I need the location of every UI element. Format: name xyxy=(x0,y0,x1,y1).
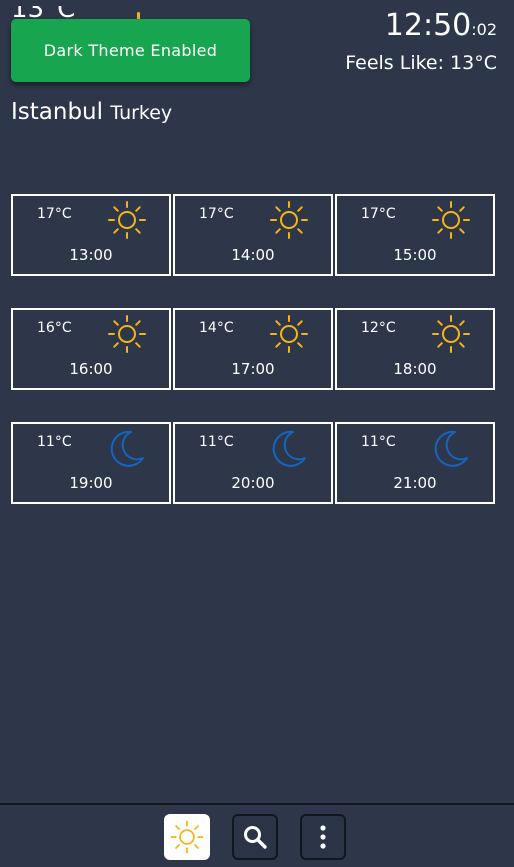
forecast-time: 16:00 xyxy=(69,360,113,378)
sun-icon xyxy=(432,201,470,239)
hourly-forecast-grid: 17°C 13:00 17°C 14:00 17°C 15:00 16°C 16… xyxy=(11,194,499,536)
forecast-temp: 11°C xyxy=(361,434,396,450)
forecast-temp: 14°C xyxy=(199,320,234,336)
forecast-time: 15:00 xyxy=(393,246,437,264)
search-button[interactable] xyxy=(232,814,278,860)
moon-icon xyxy=(272,430,306,467)
forecast-card: 17°C 13:00 xyxy=(11,194,171,276)
sun-icon xyxy=(108,201,146,239)
forecast-card: 11°C 19:00 xyxy=(11,422,171,504)
location-title: Istanbul Turkey xyxy=(11,99,172,125)
forecast-row: 17°C 13:00 17°C 14:00 17°C 15:00 xyxy=(11,194,499,276)
forecast-temp: 16°C xyxy=(37,320,72,336)
forecast-temp: 17°C xyxy=(199,206,234,222)
moon-icon xyxy=(434,430,468,467)
clock: 12:50:02 xyxy=(385,8,497,43)
sun-icon xyxy=(270,315,308,353)
forecast-row: 16°C 16:00 14°C 17:00 12°C 18:00 xyxy=(11,308,499,390)
forecast-card: 17°C 14:00 xyxy=(173,194,333,276)
forecast-time: 20:00 xyxy=(231,474,275,492)
forecast-temp: 12°C xyxy=(361,320,396,336)
theme-toast: Dark Theme Enabled xyxy=(11,19,250,82)
forecast-card: 11°C 20:00 xyxy=(173,422,333,504)
clock-seconds: :02 xyxy=(471,20,497,39)
forecast-temp: 17°C xyxy=(361,206,396,222)
city-name: Istanbul xyxy=(11,99,104,125)
menu-button[interactable] xyxy=(300,814,346,860)
forecast-card: 16°C 16:00 xyxy=(11,308,171,390)
bottom-nav xyxy=(0,803,514,867)
forecast-card: 11°C 21:00 xyxy=(335,422,495,504)
theme-toggle-button[interactable] xyxy=(164,814,210,860)
forecast-temp: 11°C xyxy=(199,434,234,450)
sun-icon xyxy=(170,820,204,854)
forecast-time: 19:00 xyxy=(69,474,113,492)
sun-icon xyxy=(432,315,470,353)
forecast-time: 13:00 xyxy=(69,246,113,264)
sun-icon xyxy=(270,201,308,239)
country-name: Turkey xyxy=(110,102,173,124)
forecast-card: 14°C 17:00 xyxy=(173,308,333,390)
forecast-row: 11°C 19:00 11°C 20:00 11°C 21:00 xyxy=(11,422,499,504)
forecast-temp: 17°C xyxy=(37,206,72,222)
clock-time: 12:50 xyxy=(384,8,472,43)
forecast-time: 21:00 xyxy=(393,474,437,492)
sun-icon xyxy=(108,315,146,353)
more-vertical-icon xyxy=(320,825,326,849)
forecast-time: 17:00 xyxy=(231,360,275,378)
feels-like: Feels Like: 13°C xyxy=(345,52,497,74)
forecast-card: 17°C 15:00 xyxy=(335,194,495,276)
moon-icon xyxy=(110,430,144,467)
forecast-time: 14:00 xyxy=(231,246,275,264)
forecast-card: 12°C 18:00 xyxy=(335,308,495,390)
search-icon xyxy=(244,826,267,849)
toast-message: Dark Theme Enabled xyxy=(43,41,218,60)
forecast-time: 18:00 xyxy=(393,360,437,378)
forecast-temp: 11°C xyxy=(37,434,72,450)
